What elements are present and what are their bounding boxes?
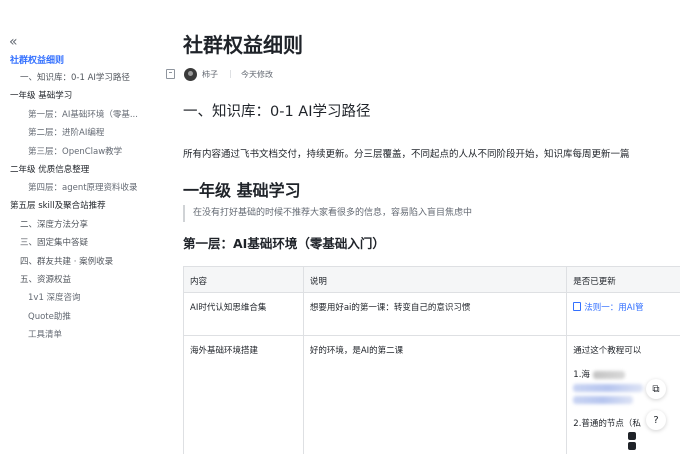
toc-item-quote[interactable]: Quote助推 — [28, 311, 71, 323]
heading-layer1: 第一层：AI基础环境（零基础入门） — [183, 236, 385, 251]
toc-item-knowledge-base[interactable]: 一、知识库：0-1 AI学习路径 — [20, 72, 130, 84]
table-cell-desc[interactable]: 想要用好ai的第一课：转变自己的意识习惯 — [302, 292, 568, 336]
redacted-text — [592, 370, 625, 379]
toc-item-cases[interactable]: 四、群友共建 · 案例收录 — [20, 256, 113, 268]
table-header-desc[interactable]: 说明 — [302, 266, 568, 293]
collapse-sidebar-icon[interactable]: « — [9, 34, 17, 50]
table-row: AI时代认知思维合集 想要用好ai的第一课：转变自己的意识习惯 法则一：用AI管 — [183, 292, 680, 336]
doc-link-icon — [573, 302, 582, 311]
toc-sidebar: « 社群权益细则 一、知识库：0-1 AI学习路径 一年级 基础学习 第一层：A… — [0, 0, 152, 454]
toc-item-tools[interactable]: 工具清单 — [28, 329, 62, 341]
toc-item-layer1[interactable]: 第一层：AI基础环境（零基... — [28, 109, 140, 121]
meta-divider — [230, 70, 231, 78]
table-header-content[interactable]: 内容 — [183, 266, 304, 293]
toc-item-resources[interactable]: 五、资源权益 — [20, 274, 71, 286]
toc-item-grade1[interactable]: 一年级 基础学习 — [10, 90, 72, 102]
redacted-link[interactable] — [573, 395, 680, 405]
heading-grade1: 一年级 基础学习 — [183, 181, 301, 200]
intro-paragraph: 所有内容通过飞书文档交付，持续更新。分三层覆盖，不同起点的人从不同阶段开始，知识… — [183, 149, 630, 160]
status-line: 1.海 — [573, 368, 680, 380]
table-header-status[interactable]: 是否已更新 — [566, 266, 680, 293]
toc-item-title[interactable]: 社群权益细则 — [10, 55, 64, 67]
doc-meta: 柿子 今天修改 — [166, 67, 273, 81]
table-cell-content[interactable]: 海外基础环境搭建 — [183, 335, 304, 454]
toc-item-grade2[interactable]: 二年级 优质信息整理 — [10, 164, 89, 176]
page-title: 社群权益细则 — [183, 33, 303, 57]
avatar[interactable] — [184, 67, 197, 81]
toc-item-layer2[interactable]: 第二层：进阶AI编程 — [28, 127, 104, 139]
document-body: 社群权益细则 柿子 今天修改 一、知识库：0-1 AI学习路径 所有内容通过飞书… — [152, 0, 680, 454]
quote-block: 在没有打好基础的时候不推荐大家看很多的信息，容易陷入盲目焦虑中 — [183, 205, 472, 222]
table-header-row: 内容 说明 是否已更新 — [183, 266, 680, 293]
qrcode-icon[interactable] — [628, 442, 636, 450]
table-cell-content[interactable]: AI时代认知思维合集 — [183, 292, 304, 336]
heading-knowledge-base: 一、知识库：0-1 AI学习路径 — [183, 104, 371, 120]
copy-icon: ⧉ — [652, 383, 660, 395]
help-icon: ? — [653, 414, 659, 426]
copy-float-button[interactable]: ⧉ — [646, 379, 666, 399]
toc-item-consult[interactable]: 1v1 深度咨询 — [28, 292, 81, 304]
help-float-button[interactable]: ? — [646, 410, 666, 430]
toc-item-layer5[interactable]: 第五层 skill及聚合站推荐 — [10, 200, 106, 212]
status-line: 通过这个教程可以 — [573, 346, 642, 356]
toc-item-layer3[interactable]: 第三层：OpenClaw教学 — [28, 146, 122, 158]
toc-item-qa[interactable]: 三、固定集中答疑 — [20, 237, 88, 249]
author-name[interactable]: 柿子 — [202, 69, 218, 80]
table-cell-desc[interactable]: 好的环境，是AI的第二课 — [302, 335, 568, 454]
cell-action-icons — [628, 432, 636, 450]
toc-item-layer4[interactable]: 第四层：agent原理资料收录 — [28, 182, 138, 194]
table-row: 海外基础环境搭建 好的环境，是AI的第二课 通过这个教程可以 1.海 2.普通的… — [183, 335, 680, 454]
doc-info-icon[interactable] — [166, 69, 175, 79]
content-table: 内容 说明 是否已更新 AI时代认知思维合集 想要用好ai的第一课：转变自己的意… — [183, 266, 680, 454]
table-cell-status[interactable]: 法则一：用AI管 — [566, 292, 680, 336]
doc-link[interactable]: 法则一：用AI管 — [573, 302, 644, 313]
toc-item-methods[interactable]: 二、深度方法分享 — [20, 219, 88, 231]
modified-time: 今天修改 — [241, 69, 273, 79]
link-icon[interactable] — [628, 432, 636, 440]
